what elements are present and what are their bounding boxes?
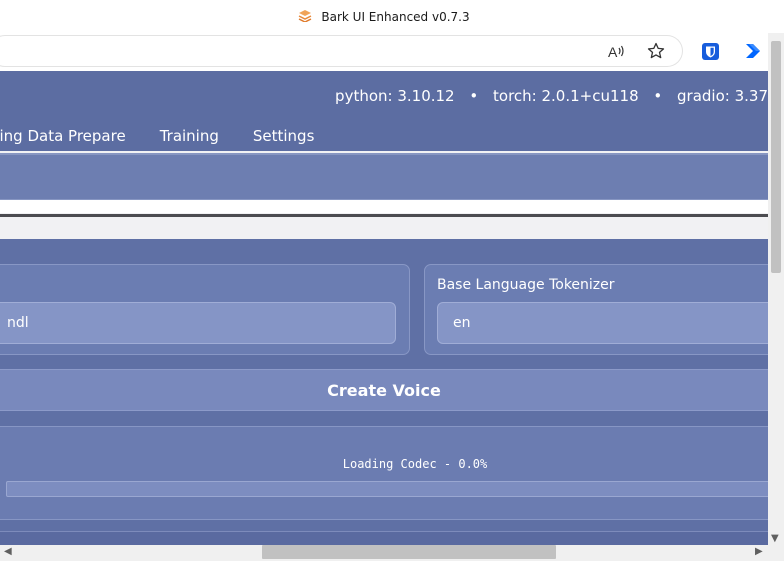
create-voice-button[interactable]: Create Voice	[0, 369, 768, 411]
spacer	[0, 217, 768, 239]
read-aloud-icon[interactable]: A	[607, 41, 627, 61]
star-icon[interactable]	[646, 41, 666, 61]
input-file-field[interactable]: ndl	[0, 302, 396, 344]
vertical-scrollbar[interactable]: ▼	[768, 33, 784, 545]
separator-dot: •	[469, 87, 479, 105]
bark-app-icon	[299, 9, 312, 22]
bitwarden-icon[interactable]	[700, 41, 720, 61]
spacer	[0, 200, 768, 213]
tab-training-data-prepare[interactable]: ning Data Prepare	[0, 127, 126, 151]
voice-clone-panel: ndl Base Language Tokenizer en Create Vo…	[0, 239, 768, 545]
progress-status-text: Loading Codec - 0.0%	[342, 457, 488, 471]
horizontal-scroll-thumb[interactable]	[262, 545, 556, 559]
sub-tab-bar	[0, 154, 768, 200]
scroll-down-arrow-icon[interactable]: ▼	[771, 533, 779, 544]
version-info: python: 3.10.12 • torch: 2.0.1+cu118 • g…	[335, 87, 768, 105]
scrollbar-corner	[768, 545, 784, 561]
tokenizer-card: Base Language Tokenizer en	[424, 264, 768, 355]
input-card: ndl	[0, 264, 410, 355]
tab-settings[interactable]: Settings	[253, 127, 315, 151]
scroll-left-arrow-icon[interactable]: ◀	[4, 546, 12, 557]
progress-bar	[6, 481, 768, 497]
address-bar[interactable]	[0, 36, 682, 66]
main-nav: ning Data Prepare Training Settings	[0, 127, 314, 151]
gradio-version: gradio: 3.37	[677, 87, 768, 105]
tokenizer-label: Base Language Tokenizer	[437, 277, 615, 293]
progress-panel: Loading Codec - 0.0%	[0, 426, 768, 520]
svg-text:A: A	[608, 44, 618, 59]
torch-version: torch: 2.0.1+cu118	[493, 87, 639, 105]
page-viewport: python: 3.10.12 • torch: 2.0.1+cu118 • g…	[0, 71, 768, 545]
tokenizer-input[interactable]: en	[437, 302, 768, 344]
power-automate-icon[interactable]	[743, 41, 763, 61]
vertical-scroll-thumb[interactable]	[771, 41, 781, 273]
horizontal-scrollbar[interactable]: ◀ ▶	[0, 545, 768, 561]
output-panel-edge	[0, 531, 768, 545]
scroll-right-arrow-icon[interactable]: ▶	[755, 546, 763, 557]
separator-dot: •	[653, 87, 663, 105]
python-version: python: 3.10.12	[335, 87, 455, 105]
page-header: python: 3.10.12 • torch: 2.0.1+cu118 • g…	[0, 71, 768, 151]
window-title-container: Bark UI Enhanced v0.7.3	[0, 0, 768, 33]
tab-training[interactable]: Training	[160, 127, 219, 151]
window-title: Bark UI Enhanced v0.7.3	[321, 9, 470, 24]
